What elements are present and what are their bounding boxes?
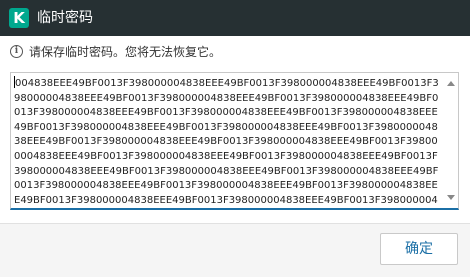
scroll-up-arrow-icon[interactable] [447, 81, 455, 86]
scroll-down-arrow-icon[interactable] [447, 195, 455, 200]
title-bar: K 临时密码 [0, 0, 470, 36]
password-textarea[interactable]: 004838EEE49BF0013F398000004838EEE49BF001… [10, 72, 459, 210]
info-icon: i [10, 44, 23, 58]
info-text: 请保存临时密码。您将无法恢复它。 [29, 44, 222, 59]
kaspersky-logo-icon: K [9, 8, 29, 28]
window-title: 临时密码 [37, 10, 93, 26]
ok-button[interactable]: 确定 [380, 233, 458, 265]
vertical-scrollbar[interactable] [444, 73, 458, 208]
password-text-container[interactable]: 004838EEE49BF0013F398000004838EEE49BF001… [14, 76, 442, 206]
info-message: i 请保存临时密码。您将无法恢复它。 [10, 42, 221, 60]
password-value: 004838EEE49BF0013F398000004838EEE49BF001… [14, 78, 439, 206]
